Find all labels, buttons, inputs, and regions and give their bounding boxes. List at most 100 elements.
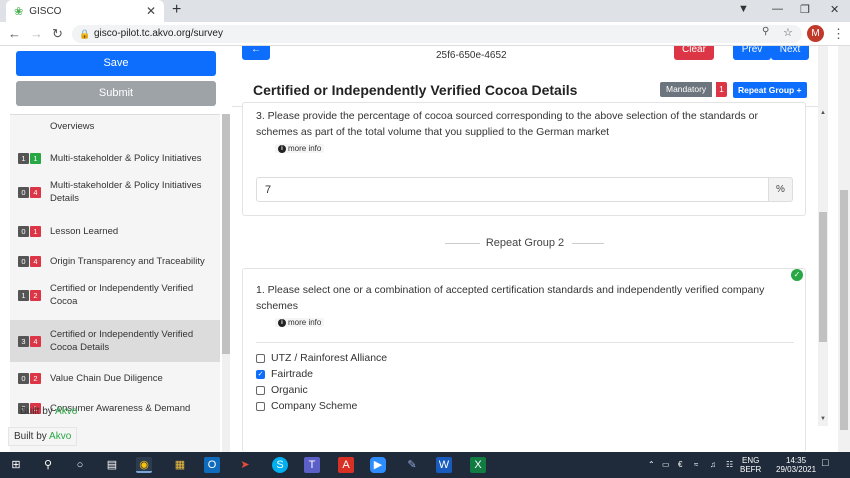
tab-search-icon[interactable]: ▼ <box>738 3 749 15</box>
sidebar-item-label: Certified or Independently Verified Coco… <box>50 283 194 307</box>
next-button[interactable]: Next <box>771 46 809 60</box>
key-icon[interactable]: ⚲ <box>762 26 769 37</box>
bookmark-star-icon[interactable]: ☆ <box>783 26 793 39</box>
search-icon[interactable]: ⚲ <box>40 457 56 473</box>
mandatory-badge: Mandatory <box>660 82 713 97</box>
tray-chevron-icon[interactable]: ⌃ <box>648 460 655 469</box>
clock-date: 29/03/2021 <box>776 465 817 474</box>
answered-count-badge: 1 <box>18 289 29 301</box>
option-utz[interactable]: UTZ / Rainforest Alliance <box>256 352 387 364</box>
option-organic[interactable]: Organic <box>256 384 308 396</box>
more-info-button[interactable]: i more info <box>275 318 325 327</box>
volume-icon[interactable]: ♫ <box>710 460 716 469</box>
teams-icon[interactable]: T <box>304 457 320 473</box>
windows-start-icon[interactable]: ⊞ <box>8 457 24 473</box>
sidebar-item-label: Value Chain Due Diligence <box>50 372 163 384</box>
sidebar-scrollbar-thumb[interactable] <box>222 114 230 354</box>
menu-dots-icon[interactable]: ⋮ <box>832 26 845 42</box>
new-tab-icon[interactable]: + <box>172 1 181 19</box>
wifi-icon[interactable]: ≈ <box>694 460 698 469</box>
sidebar-item-label: Overviews <box>50 120 95 132</box>
sidebar-item-certified-cocoa[interactable]: 12 Certified or Independently Verified C… <box>10 278 220 312</box>
sidebar-item-lesson-learned[interactable]: 01 Lesson Learned <box>10 218 220 244</box>
browser-tab-strip: ❀ GISCO ✕ + ▼ — ❐ ✕ <box>0 0 850 22</box>
tray-icon[interactable]: € <box>678 460 682 469</box>
tab-title: GISCO <box>29 5 62 17</box>
option-fairtrade[interactable]: ✓ Fairtrade <box>256 368 313 380</box>
submit-button[interactable]: Submit <box>16 81 216 106</box>
more-info-label: more info <box>288 144 322 153</box>
app-icon[interactable]: ✎ <box>404 457 420 473</box>
excel-icon[interactable]: X <box>470 457 486 473</box>
percent-addon: % <box>768 177 793 202</box>
question-group-list: Overviews 11 Multi-stakeholder & Policy … <box>10 114 220 452</box>
keyboard-layout: BEFR <box>740 465 762 474</box>
repeat-group-button[interactable]: Repeat Group + <box>733 82 807 98</box>
back-arrow-button[interactable]: ← <box>242 46 270 60</box>
prev-button[interactable]: Prev <box>733 46 771 60</box>
chrome-icon[interactable]: ◉ <box>136 457 152 473</box>
lock-icon: 🔒 <box>79 29 91 39</box>
sidebar-item-certified-cocoa-details[interactable]: 34 Certified or Independently Verified C… <box>10 320 220 362</box>
checkbox[interactable] <box>256 385 265 395</box>
total-count-badge: 4 <box>30 335 41 347</box>
reload-icon[interactable]: ↻ <box>52 26 63 42</box>
notifications-icon[interactable]: □ <box>822 458 829 469</box>
sidebar-item-value-chain[interactable]: 02 Value Chain Due Diligence <box>10 365 220 391</box>
zoom-icon[interactable]: ▶ <box>370 457 386 473</box>
sidebar-item-multi-stakeholder-details[interactable]: 04 Multi-stakeholder & Policy Initiative… <box>10 175 220 209</box>
cortana-icon[interactable]: ○ <box>72 457 88 473</box>
clock[interactable]: 14:35 29/03/2021 <box>776 456 816 474</box>
minimize-icon[interactable]: — <box>772 3 783 15</box>
network-icon[interactable]: ☷ <box>726 460 733 469</box>
outlook-icon[interactable]: O <box>204 457 220 473</box>
tray-icon[interactable]: ▭ <box>662 460 670 469</box>
option-company-scheme[interactable]: Company Scheme <box>256 400 357 412</box>
sidebar-item-origin-transparency[interactable]: 04 Origin Transparency and Traceability <box>10 248 220 274</box>
divider <box>256 342 794 343</box>
restore-icon[interactable]: ❐ <box>800 3 810 16</box>
answered-count-badge: 0 <box>18 255 29 267</box>
akvo-link[interactable]: Akvo <box>55 406 77 417</box>
option-label: UTZ / Rainforest Alliance <box>271 352 388 364</box>
task-view-icon[interactable]: ▤ <box>104 457 120 473</box>
word-icon[interactable]: W <box>436 457 452 473</box>
sidebar-item-overviews[interactable]: Overviews <box>10 115 220 137</box>
input-language[interactable]: ENG BEFR <box>740 456 761 474</box>
sidebar-item-label: Multi-stakeholder & Policy Initiatives <box>50 152 202 164</box>
sidebar-item-label: Certified or Independently Verified Coco… <box>50 329 194 353</box>
scroll-up-arrow-icon[interactable]: ▲ <box>820 110 826 116</box>
checkbox[interactable] <box>256 353 265 363</box>
checkbox-checked[interactable]: ✓ <box>256 369 265 379</box>
forward-icon[interactable]: → <box>30 26 43 41</box>
sidebar-item-multi-stakeholder[interactable]: 11 Multi-stakeholder & Policy Initiative… <box>10 145 220 171</box>
close-tab-icon[interactable]: ✕ <box>146 4 156 18</box>
save-button[interactable]: Save <box>16 51 216 76</box>
checkbox[interactable] <box>256 401 265 411</box>
windows-taskbar: ⊞ ⚲ ○ ▤ ◉ ▦ O ➤ S T A ▶ ✎ W X ⌃ ▭ € ≈ ♫ … <box>0 452 850 478</box>
more-info-button[interactable]: i more info <box>275 144 325 153</box>
total-count-badge: 2 <box>30 289 41 301</box>
skype-icon[interactable]: S <box>272 457 288 473</box>
page-scrollbar-thumb[interactable] <box>840 190 848 430</box>
url-text: gisco-pilot.tc.akvo.org/survey <box>94 28 223 39</box>
file-explorer-icon[interactable]: ▦ <box>172 457 188 473</box>
address-bar-row: ← → ↻ 🔒 gisco-pilot.tc.akvo.org/survey ⚲… <box>0 22 850 46</box>
divider <box>572 243 604 244</box>
scroll-down-arrow-icon[interactable]: ▼ <box>820 416 826 422</box>
profile-avatar[interactable]: M <box>807 25 824 42</box>
back-icon[interactable]: ← <box>8 26 21 41</box>
clear-button[interactable]: Clear <box>674 46 714 60</box>
built-by-prefix: Built by <box>14 431 47 442</box>
url-field[interactable]: 🔒 gisco-pilot.tc.akvo.org/survey <box>72 25 802 43</box>
main-scrollbar-thumb[interactable] <box>819 212 827 342</box>
percentage-input[interactable]: 7 <box>256 177 769 202</box>
app-icon[interactable]: ➤ <box>237 457 253 473</box>
acrobat-icon[interactable]: A <box>338 457 354 473</box>
answered-count-badge: 1 <box>18 152 29 164</box>
browser-tab[interactable]: ❀ GISCO ✕ <box>6 0 164 22</box>
close-window-icon[interactable]: ✕ <box>830 3 839 16</box>
akvo-link[interactable]: Akvo <box>49 431 71 442</box>
answered-count-badge: 0 <box>18 372 29 384</box>
total-count-badge: 2 <box>30 372 41 384</box>
